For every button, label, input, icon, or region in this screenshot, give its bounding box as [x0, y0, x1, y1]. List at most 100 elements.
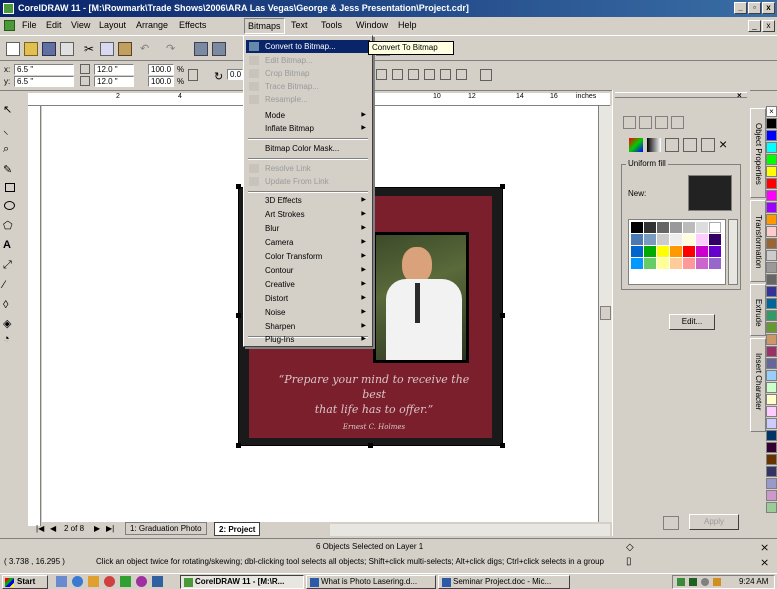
menu-layout[interactable]: Layout [99, 20, 126, 30]
menu-item-update-from-link[interactable]: Update From Link [246, 175, 370, 188]
ellipse-tool-icon[interactable] [4, 201, 15, 210]
new-icon[interactable] [6, 42, 20, 56]
color-swatch[interactable] [766, 454, 777, 465]
quicklaunch-app-icon[interactable] [136, 576, 147, 587]
redo-icon[interactable]: ↷ [166, 42, 180, 56]
coreldraw-app-icon[interactable] [3, 3, 14, 14]
selection-handle[interactable] [500, 313, 505, 318]
menu-item-distort[interactable]: Distort ▶ [246, 292, 370, 305]
menu-edit[interactable]: Edit [46, 20, 62, 30]
selection-handle[interactable] [500, 443, 505, 448]
height-field[interactable]: 12.0 " [94, 76, 134, 87]
color-swatch[interactable] [766, 466, 777, 477]
width-field[interactable]: 12.0 " [94, 64, 134, 75]
color-swatch[interactable] [766, 286, 777, 297]
prev-page-icon[interactable]: ◀ [50, 524, 56, 533]
color-swatch[interactable] [766, 370, 777, 381]
last-page-icon[interactable]: ▶| [106, 524, 114, 533]
interactive-fill-tool-icon[interactable]: ◔ [3, 333, 17, 347]
tab-object-properties[interactable]: Object Properties [750, 108, 766, 198]
interactive-tool-icon[interactable]: ⤢ [3, 259, 17, 273]
menu-item-blur[interactable]: Blur ▶ [246, 222, 370, 235]
scale-height-field[interactable]: 100.0 [148, 76, 174, 87]
horizontal-scrollbar[interactable] [330, 524, 610, 536]
menu-item-resolve-link[interactable]: Resolve Link [246, 162, 370, 175]
quicklaunch-app-icon[interactable] [104, 576, 115, 587]
menu-help[interactable]: Help [398, 20, 417, 30]
menu-text[interactable]: Text [291, 20, 308, 30]
apply-button[interactable]: Apply [689, 514, 739, 530]
freehand-tool-icon[interactable]: ✎ [3, 163, 17, 177]
quicklaunch-app-icon[interactable] [88, 576, 99, 587]
save-icon[interactable] [42, 42, 56, 56]
color-swatch[interactable] [766, 442, 777, 453]
print-icon[interactable] [60, 42, 74, 56]
rectangle-tool-icon[interactable] [5, 183, 15, 192]
color-swatch[interactable] [766, 346, 777, 357]
doc-close-button[interactable]: x [762, 20, 775, 32]
color-swatch[interactable] [766, 502, 777, 513]
quicklaunch-desktop-icon[interactable] [56, 576, 67, 587]
tab-insert-character[interactable]: Insert Character [750, 338, 766, 432]
task-word-doc-1[interactable]: What is Photo Lasering.d... [306, 575, 436, 589]
lock-icon[interactable] [663, 516, 679, 530]
import-icon[interactable] [194, 42, 208, 56]
menu-item-resample[interactable]: Resample... [246, 93, 370, 106]
edit-fill-button[interactable]: Edit... [669, 314, 715, 330]
color-swatch[interactable] [766, 394, 777, 405]
page-tab-2[interactable]: 2: Project [214, 522, 261, 536]
fountain-fill-icon[interactable] [647, 138, 661, 152]
color-swatch[interactable] [766, 262, 777, 273]
menu-item-camera[interactable]: Camera ▶ [246, 236, 370, 249]
color-grid-scrollbar[interactable] [728, 219, 738, 285]
break-apart-icon[interactable] [440, 69, 451, 80]
color-swatch[interactable] [766, 310, 777, 321]
scale-width-field[interactable]: 100.0 [148, 64, 174, 75]
pick-tool-icon[interactable]: ↖ [3, 103, 17, 117]
color-swatch[interactable] [766, 418, 777, 429]
color-swatch[interactable] [766, 166, 777, 177]
selection-handle[interactable] [236, 184, 241, 189]
convert-curves-icon[interactable] [480, 69, 492, 81]
menu-item-color-transform[interactable]: Color Transform ▶ [246, 250, 370, 263]
color-swatch[interactable] [766, 118, 777, 129]
menu-item-creative[interactable]: Creative ▶ [246, 278, 370, 291]
menu-item-edit-bitmap[interactable]: Edit Bitmap... [246, 54, 370, 67]
color-swatch[interactable] [766, 238, 777, 249]
menu-item-inflate-bitmap[interactable]: Inflate Bitmap ▶ [246, 122, 370, 135]
color-swatch[interactable] [766, 178, 777, 189]
eyedropper-tool-icon[interactable]: ⁄ [3, 279, 17, 293]
color-swatch[interactable] [766, 334, 777, 345]
tray-app-icon[interactable] [701, 578, 709, 586]
selection-handle[interactable] [368, 443, 373, 448]
menu-item-mode[interactable]: Mode ▶ [246, 109, 370, 122]
color-swatch[interactable] [766, 298, 777, 309]
color-swatch[interactable] [766, 250, 777, 261]
copy-icon[interactable] [100, 42, 114, 56]
menu-item-art-strokes[interactable]: Art Strokes ▶ [246, 208, 370, 221]
maximize-button[interactable]: ▫ [748, 2, 761, 14]
selection-handle[interactable] [236, 313, 241, 318]
color-swatch[interactable] [766, 142, 777, 153]
portrait-photo[interactable] [373, 232, 469, 363]
tray-app-icon[interactable] [713, 578, 721, 586]
tab-extrude[interactable]: Extrude [750, 284, 766, 336]
selection-handle[interactable] [500, 184, 505, 189]
menu-tools[interactable]: Tools [321, 20, 342, 30]
fill-tool-icon[interactable]: ◈ [3, 317, 17, 331]
cut-icon[interactable]: ✂ [82, 42, 96, 56]
tray-volume-icon[interactable] [677, 578, 685, 586]
color-swatch[interactable] [766, 130, 777, 141]
menu-bitmaps[interactable]: Bitmaps [244, 18, 285, 34]
menu-item-noise[interactable]: Noise ▶ [246, 306, 370, 319]
shape-tool-icon[interactable]: ⸜ [3, 123, 17, 137]
color-swatch[interactable] [766, 190, 777, 201]
combine-icon[interactable] [424, 69, 435, 80]
y-position-field[interactable]: 6.5 " [14, 76, 74, 87]
to-front-icon[interactable] [456, 69, 467, 80]
texture-fill-icon[interactable] [683, 138, 697, 152]
postscript-fill-icon[interactable] [701, 138, 715, 152]
color-swatch[interactable] [766, 358, 777, 369]
tab-transformation[interactable]: Transformation [750, 200, 766, 282]
page-tab-1[interactable]: 1: Graduation Photo [125, 522, 207, 535]
